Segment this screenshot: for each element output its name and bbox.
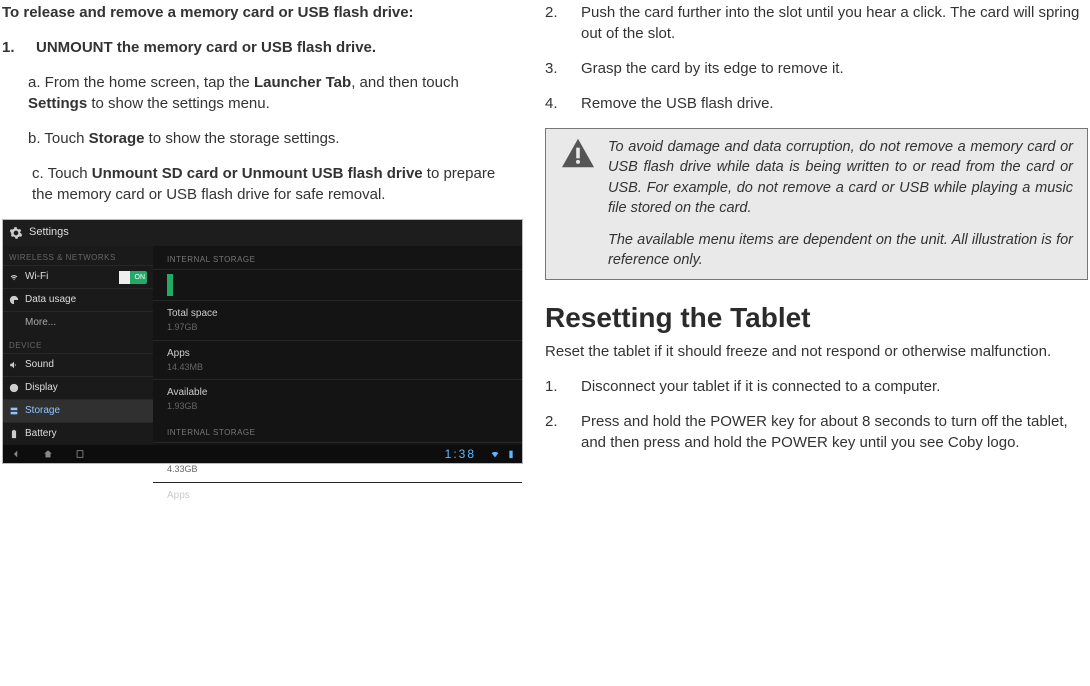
row-available[interactable]: Available 1.93GB — [153, 379, 522, 419]
resetting-intro: Reset the tablet if it should freeze and… — [545, 341, 1088, 362]
app-title: Settings — [29, 225, 69, 240]
step-4: 4. Remove the USB flash drive. — [545, 93, 1088, 114]
settings-label: Settings — [28, 95, 87, 112]
step-2: 2. Push the card further into the slot u… — [545, 2, 1088, 44]
sidebar-item-display[interactable]: Display — [3, 376, 153, 399]
step-text: UNMOUNT the memory card or USB flash dri… — [36, 37, 376, 58]
step-number: 4. — [545, 93, 581, 114]
sidebar-item-storage[interactable]: Storage — [3, 399, 153, 422]
text: c. Touch — [32, 165, 92, 182]
wifi-label: Wi-Fi — [25, 270, 48, 284]
settings-main: INTERNAL STORAGE Total space 1.97GB Apps… — [153, 246, 522, 445]
step-1b: b. Touch Storage to show the storage set… — [28, 128, 515, 149]
sidebar-item-more[interactable]: More... — [3, 311, 153, 334]
sound-label: Sound — [25, 358, 54, 372]
step-text: Push the card further into the slot unti… — [581, 2, 1088, 44]
text: to show the settings menu. — [87, 95, 270, 112]
step-number: 1. — [545, 376, 581, 397]
value: 4.33GB — [167, 463, 508, 476]
data-usage-label: Data usage — [25, 293, 76, 307]
step-text: Grasp the card by its edge to remove it. — [581, 58, 844, 79]
intro-heading: To release and remove a memory card or U… — [2, 2, 521, 23]
step-number: 3. — [545, 58, 581, 79]
warning-callout: To avoid damage and data corruption, do … — [545, 128, 1088, 280]
step-text: Press and hold the POWER key for about 8… — [581, 411, 1088, 453]
callout-p1: To avoid damage and data corruption, do … — [608, 137, 1073, 218]
clock: 1:38 — [445, 446, 476, 463]
sidebar-item-data-usage[interactable]: Data usage — [3, 288, 153, 311]
label: Apps — [167, 347, 508, 361]
callout-icon-wrap — [560, 137, 608, 271]
section-internal-storage-2: INTERNAL STORAGE — [153, 419, 522, 443]
data-usage-icon — [9, 295, 19, 305]
wifi-status-icon — [490, 449, 500, 459]
category-wireless: WIRELESS & NETWORKS — [3, 246, 153, 265]
row-apps-2[interactable]: Apps — [153, 482, 522, 503]
text: , and then touch — [351, 74, 459, 91]
wifi-icon — [9, 272, 19, 282]
settings-sidebar: WIRELESS & NETWORKS Wi-Fi ON Data usage … — [3, 246, 153, 445]
sidebar-item-wifi[interactable]: Wi-Fi ON — [3, 265, 153, 288]
label: Apps — [167, 489, 508, 503]
step-text: Remove the USB flash drive. — [581, 93, 774, 114]
step-number: 2. — [545, 411, 581, 453]
storage-icon — [9, 406, 19, 416]
nav-bar: 1:38 — [3, 445, 522, 463]
text: a. From the home screen, tap the — [28, 74, 254, 91]
label: Available — [167, 386, 508, 400]
display-label: Display — [25, 381, 58, 395]
launcher-tab-label: Launcher Tab — [254, 74, 351, 91]
step-number: 1. — [2, 37, 36, 58]
battery-status-icon — [506, 449, 516, 459]
step-number: 2. — [545, 2, 581, 44]
resetting-heading: Resetting the Tablet — [545, 298, 1088, 337]
settings-screenshot: Settings WIRELESS & NETWORKS Wi-Fi ON Da… — [2, 219, 523, 464]
recent-icon[interactable] — [73, 449, 87, 459]
app-title-bar: Settings — [3, 220, 522, 246]
sound-icon — [9, 360, 19, 370]
value: 14.43MB — [167, 361, 508, 374]
step-text: Disconnect your tablet if it is connecte… — [581, 376, 940, 397]
value: 1.93GB — [167, 400, 508, 413]
display-icon — [9, 383, 19, 393]
column-left: To release and remove a memory card or U… — [0, 0, 525, 686]
reset-step-2: 2. Press and hold the POWER key for abou… — [545, 411, 1088, 453]
sidebar-item-sound[interactable]: Sound — [3, 353, 153, 376]
back-icon[interactable] — [9, 449, 23, 459]
row-total-space-1[interactable]: Total space 1.97GB — [153, 300, 522, 340]
warning-icon — [560, 137, 596, 169]
home-icon[interactable] — [41, 449, 55, 459]
column-right: 2. Push the card further into the slot u… — [525, 0, 1090, 686]
callout-text: To avoid damage and data corruption, do … — [608, 137, 1073, 271]
reset-step-1: 1. Disconnect your tablet if it is conne… — [545, 376, 1088, 397]
battery-label: Battery — [25, 427, 57, 441]
text: to show the storage settings. — [144, 130, 339, 147]
manual-page: To release and remove a memory card or U… — [0, 0, 1090, 686]
battery-icon — [9, 429, 19, 439]
wifi-toggle[interactable]: ON — [119, 271, 147, 284]
row-apps[interactable]: Apps 14.43MB — [153, 340, 522, 380]
step-1a: a. From the home screen, tap the Launche… — [28, 72, 515, 114]
settings-body: WIRELESS & NETWORKS Wi-Fi ON Data usage … — [3, 246, 522, 445]
step-1c: c. Touch Unmount SD card or Unmount USB … — [32, 163, 515, 205]
category-device: DEVICE — [3, 334, 153, 353]
unmount-label: Unmount SD card or Unmount USB flash dri… — [92, 165, 423, 182]
callout-p2: The available menu items are dependent o… — [608, 230, 1073, 271]
storage-label: Storage — [89, 130, 145, 147]
step-3: 3. Grasp the card by its edge to remove … — [545, 58, 1088, 79]
value: 1.97GB — [167, 321, 508, 334]
sidebar-item-battery[interactable]: Battery — [3, 422, 153, 445]
step-1: 1. UNMOUNT the memory card or USB flash … — [2, 37, 521, 58]
settings-icon — [9, 226, 23, 240]
text: b. Touch — [28, 130, 89, 147]
label: Total space — [167, 307, 508, 321]
more-label: More... — [25, 316, 56, 330]
section-internal-storage: INTERNAL STORAGE — [153, 246, 522, 270]
storage-label: Storage — [25, 404, 60, 418]
